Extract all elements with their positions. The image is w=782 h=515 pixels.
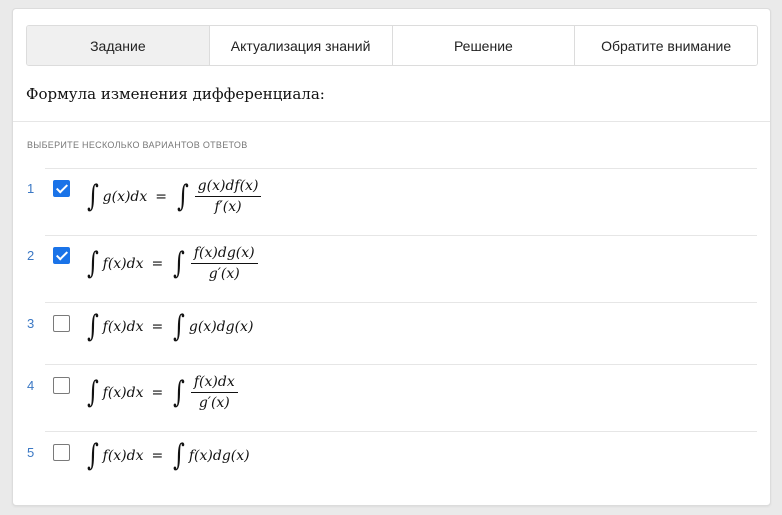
option-checkbox[interactable] <box>53 444 70 461</box>
integral-sign: ∫ <box>176 178 189 214</box>
integral-sign: ∫ <box>86 374 99 410</box>
fraction: f(x)dx g′(x) <box>190 374 238 411</box>
option-formula: ∫ f(x)dx = ∫ f(x)dg(x) g′(x) <box>85 245 258 282</box>
option-checkbox[interactable] <box>53 247 70 264</box>
tab-knowledge-refresh[interactable]: Актуализация знаний <box>208 26 392 65</box>
integral-sign: ∫ <box>173 309 185 344</box>
option-divider <box>45 235 757 236</box>
equals-sign: = <box>155 188 168 205</box>
option-checkbox[interactable] <box>53 315 70 332</box>
equals-sign: = <box>151 255 164 272</box>
equals-sign: = <box>151 384 164 401</box>
option-number: 1 <box>27 181 35 196</box>
fraction-denominator: f′(x) <box>214 199 242 215</box>
fraction: g(x)df(x) f′(x) <box>194 178 262 215</box>
formula-lhs: f(x)dx <box>102 319 144 335</box>
integral-sign: ∫ <box>173 245 185 281</box>
option-divider <box>45 168 757 169</box>
option-checkbox[interactable] <box>53 377 70 394</box>
option-checkbox[interactable] <box>53 180 70 197</box>
integral-sign: ∫ <box>173 438 185 473</box>
integral-sign: ∫ <box>86 178 99 214</box>
formula-lhs: f(x)dx <box>102 448 144 464</box>
equals-sign: = <box>151 319 164 335</box>
fraction-numerator: f(x)dg(x) <box>190 245 258 264</box>
equals-sign: = <box>151 448 164 464</box>
tab-note[interactable]: Обратите внимание <box>574 26 757 65</box>
option-formula: ∫ g(x)dx = ∫ g(x)df(x) f′(x) <box>85 178 262 215</box>
integral-sign: ∫ <box>86 309 99 344</box>
tab-task[interactable]: Задание <box>27 26 209 65</box>
formula-rhs: g(x)dg(x) <box>188 319 254 335</box>
task-card: Задание Актуализация знаний Решение Обра… <box>12 8 771 506</box>
formula-lhs: g(x)dx <box>102 188 148 205</box>
option-formula: ∫ f(x)dx = ∫ f(x)dx g′(x) <box>85 374 238 411</box>
divider <box>13 121 770 122</box>
option-divider <box>45 364 757 365</box>
tab-bar: Задание Актуализация знаний Решение Обра… <box>26 25 758 66</box>
integral-sign: ∫ <box>86 438 99 473</box>
option-number: 2 <box>27 248 35 263</box>
tab-solution[interactable]: Решение <box>391 26 575 65</box>
integral-sign: ∫ <box>86 245 99 281</box>
option-divider <box>45 431 757 432</box>
fraction: f(x)dg(x) g′(x) <box>190 245 258 282</box>
question-title: Формула изменения дифференциала: <box>26 85 325 103</box>
formula-rhs: f(x)dg(x) <box>188 448 250 464</box>
option-number: 3 <box>27 316 35 331</box>
option-number: 4 <box>27 378 35 393</box>
answer-instruction: ВЫБЕРИТЕ НЕСКОЛЬКО ВАРИАНТОВ ОТВЕТОВ <box>27 140 248 150</box>
option-divider <box>45 302 757 303</box>
fraction-denominator: g′(x) <box>208 266 240 282</box>
formula-lhs: f(x)dx <box>102 255 144 272</box>
fraction-denominator: g′(x) <box>198 395 230 411</box>
option-formula: ∫ f(x)dx = ∫ f(x)dg(x) <box>85 441 250 471</box>
formula-lhs: f(x)dx <box>102 384 144 401</box>
fraction-numerator: g(x)df(x) <box>194 178 262 197</box>
integral-sign: ∫ <box>173 374 185 410</box>
fraction-numerator: f(x)dx <box>190 374 238 393</box>
option-formula: ∫ f(x)dx = ∫ g(x)dg(x) <box>85 312 253 342</box>
option-number: 5 <box>27 445 35 460</box>
